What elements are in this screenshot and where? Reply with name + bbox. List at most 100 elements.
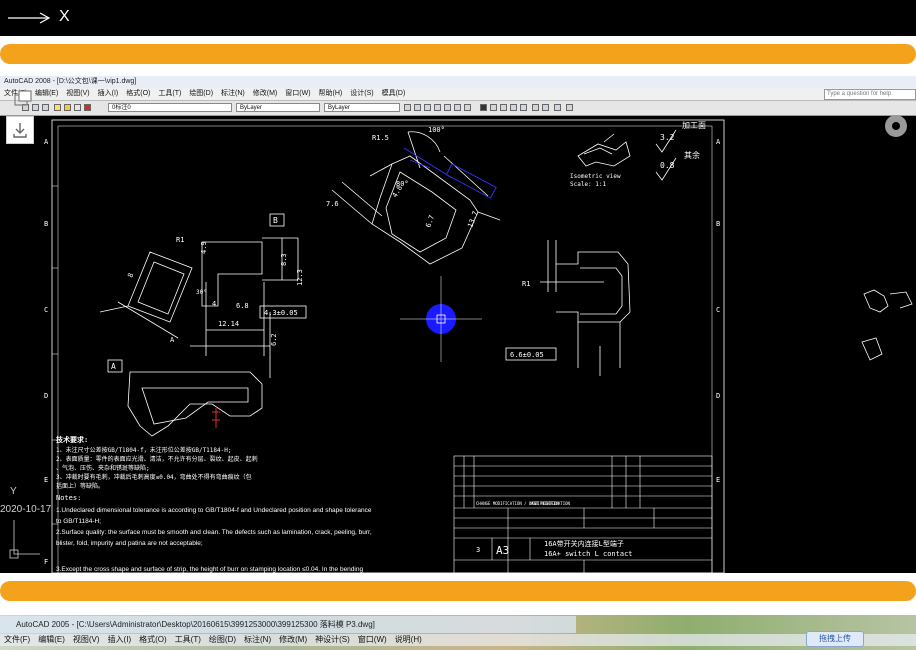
cad2-menu-item[interactable]: 编辑(E) — [34, 634, 69, 646]
ucs-icon — [13, 520, 40, 555]
color-combo[interactable]: ByLayer — [324, 103, 400, 112]
cad2-menu-item[interactable]: 视图(V) — [69, 634, 104, 646]
tool-palette-icon[interactable] — [510, 104, 517, 111]
dim-12-3: 12.3 — [296, 269, 304, 286]
cad1-menu-item[interactable]: 工具(T) — [154, 88, 185, 100]
border-letter-e-right: E — [716, 476, 720, 484]
note-en-3: 2.Surface quality: the surface must be s… — [56, 529, 372, 536]
roughness-0-8: 0.8 — [660, 161, 675, 170]
drawing-canvas[interactable]: A B C D E F A B C D E R1.5 100° 7.6 80° … — [0, 116, 916, 573]
download-icon — [13, 123, 27, 138]
window-title: AutoCAD 2008 - [D:\公文包\课一\vip1.dwg] — [0, 76, 916, 88]
cad1-menu-item[interactable]: 插入(I) — [94, 88, 123, 100]
note-cn-3: 、气泡、压伤、夹杂和锈斑等缺陷; — [56, 464, 150, 472]
calculator-icon[interactable] — [480, 104, 487, 111]
undo-icon[interactable] — [414, 104, 421, 111]
dim-r1-right: R1 — [522, 280, 530, 288]
redo-icon[interactable] — [424, 104, 431, 111]
copy-button[interactable] — [8, 86, 34, 112]
cad1-menu-item[interactable]: 帮助(H) — [315, 88, 347, 100]
title-block-sheet: A3 — [496, 544, 509, 557]
datum-b: B — [273, 216, 278, 225]
border-letter-f: F — [44, 558, 48, 566]
layer-color-icon[interactable] — [84, 104, 91, 111]
right-part-view — [540, 240, 631, 376]
close-icon[interactable]: X — [59, 8, 70, 26]
table-icon[interactable] — [566, 104, 573, 111]
dim-r1-5: R1.5 — [372, 134, 389, 142]
cad2-menu-item[interactable]: 窗口(W) — [354, 634, 391, 646]
iso-view-label: Isometric view — [570, 173, 621, 180]
note-en-5: 3.Except the cross shape and surface of … — [56, 566, 363, 573]
note-cn-2: 2、表面质量：零件的表面应光滑、清洁，不允许有分层、裂纹、起皮、起刺 — [56, 455, 258, 463]
cad2-menu-item[interactable]: 标注(N) — [240, 634, 275, 646]
dim-4-9: 4.9 — [200, 241, 208, 254]
cad2-menu-item[interactable]: 绘图(D) — [205, 634, 240, 646]
notes-en-title: Notes: — [56, 494, 81, 502]
properties-icon[interactable] — [490, 104, 497, 111]
lock-icon[interactable] — [74, 104, 81, 111]
cad2-menu-item[interactable]: 说明(H) — [391, 634, 426, 646]
cad1-menu-item[interactable]: 窗口(W) — [281, 88, 314, 100]
roughness-3-2: 3.2 — [660, 133, 675, 142]
accent-divider-top — [0, 44, 916, 64]
isometric-view — [577, 133, 631, 167]
cad1-menu-item[interactable]: 标注(N) — [217, 88, 249, 100]
layer-combo[interactable]: 0标注0 — [108, 103, 232, 112]
zoom-icon[interactable] — [444, 104, 451, 111]
download-button[interactable] — [6, 116, 34, 144]
border-letter-b: B — [44, 220, 48, 228]
drag-upload-button[interactable]: 拖拽上传 — [806, 631, 864, 647]
print-icon[interactable] — [42, 104, 49, 111]
cad2-menu-item[interactable]: 神设计(S) — [311, 634, 354, 646]
border-letter-b-right: B — [716, 220, 720, 228]
note-en-4: blister, fold, impurity and patina are n… — [56, 540, 203, 547]
rotated-part-view — [331, 131, 501, 265]
cad1-menu-item[interactable]: 编辑(E) — [31, 88, 62, 100]
cad1-menu-item[interactable]: 格式(O) — [122, 88, 154, 100]
sun-icon[interactable] — [64, 104, 71, 111]
window-title-secondary: AutoCAD 2005 - [C:\Users\Administrator\D… — [0, 616, 576, 633]
date-overlay: 2020-10-17 — [0, 504, 52, 515]
design-center-icon[interactable] — [500, 104, 507, 111]
dim-6-6-tol: 6.6±0.05 — [510, 351, 544, 359]
note-en-1: 1.Undeclared dimensional tolerance is ac… — [56, 507, 372, 514]
zoom-window-icon[interactable] — [454, 104, 461, 111]
cursor-highlight — [400, 276, 482, 362]
cad2-menu-item[interactable]: 工具(T) — [171, 634, 205, 646]
lightbulb-icon[interactable] — [54, 104, 61, 111]
copy-icon — [14, 90, 32, 106]
zoom-previous-icon[interactable] — [464, 104, 471, 111]
sheet-icon[interactable] — [542, 104, 549, 111]
cad1-menu-item[interactable]: 模具(D) — [378, 88, 410, 100]
linetype-combo[interactable]: ByLayer — [236, 103, 320, 112]
cad2-menu-item[interactable]: 格式(O) — [135, 634, 171, 646]
note-cn-1: 1、未注尺寸公差按GB/T1804-f，未注形位公差按GB/T1184-H; — [56, 446, 231, 454]
cad1-menu-item[interactable]: 绘图(D) — [185, 88, 217, 100]
help-icon[interactable] — [554, 104, 561, 111]
match-properties-icon[interactable] — [404, 104, 411, 111]
pan-icon[interactable] — [434, 104, 441, 111]
dim-6-7: 6.7 — [424, 214, 436, 229]
top-header-band: X — [0, 0, 916, 36]
dim-12-14: 12.14 — [218, 320, 239, 328]
cad-window-main: AutoCAD 2008 - [D:\公文包\课一\vip1.dwg] 文件(F… — [0, 76, 916, 573]
cad2-menu-item[interactable]: 插入(I) — [104, 634, 136, 646]
cad2-menu-item[interactable]: 修改(M) — [275, 634, 311, 646]
cad1-menu-item[interactable]: 设计(S) — [346, 88, 377, 100]
cad1-menu-item[interactable]: 修改(M) — [249, 88, 282, 100]
cad2-menu-item[interactable]: 文件(F) — [0, 634, 34, 646]
quickcalc-icon[interactable] — [532, 104, 539, 111]
dim-4-3-tol: 4.3±0.05 — [264, 309, 298, 317]
dim-100-deg: 100° — [428, 126, 445, 134]
main-part-view — [99, 237, 299, 437]
gear-icon[interactable] — [885, 116, 907, 137]
dim-4: 4 — [212, 300, 216, 308]
cad1-menu-item[interactable]: 视图(V) — [62, 88, 93, 100]
note-en-2: to GB/T1184-H; — [56, 518, 101, 525]
notes-title: 技术要求: — [56, 435, 88, 444]
dim-13-7: 13.7 — [466, 210, 479, 229]
help-search-input[interactable]: Type a question for help — [824, 89, 916, 100]
markup-icon[interactable] — [520, 104, 527, 111]
dim-30-deg: 30° — [196, 289, 207, 296]
